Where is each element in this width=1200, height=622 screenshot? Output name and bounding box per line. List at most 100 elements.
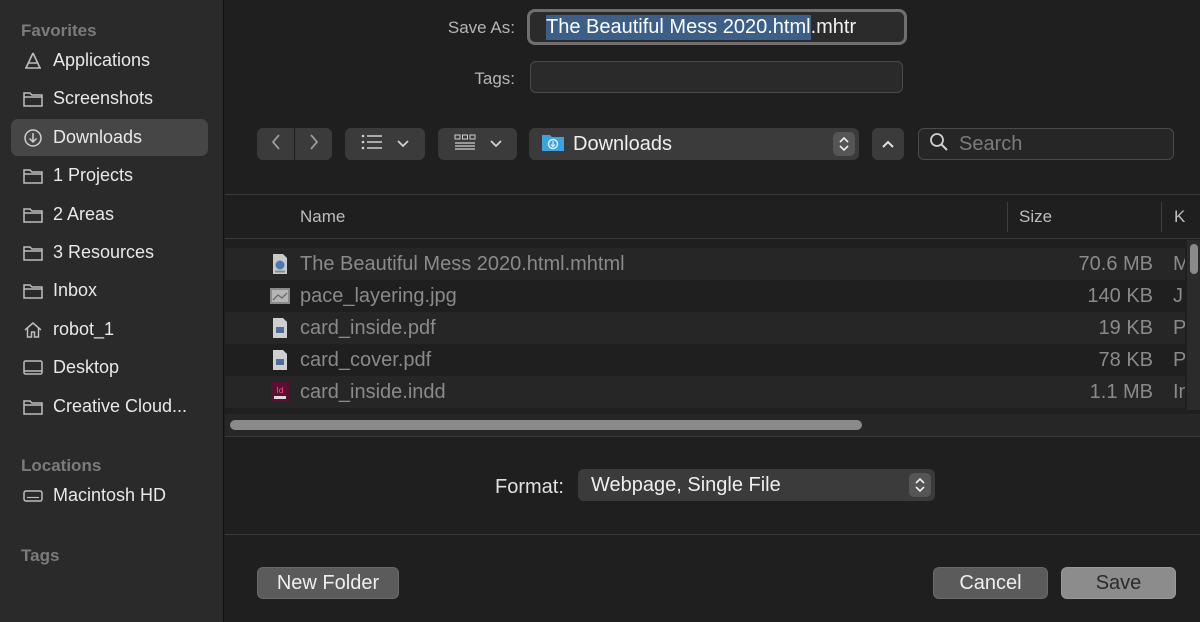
save-button[interactable]: Save [1061,567,1176,599]
sidebar-item-creative-cloud[interactable]: Creative Cloud... [11,388,208,425]
search-field[interactable]: Search [918,128,1174,160]
format-label: Format: [495,476,564,498]
file-kind: M [1173,252,1185,275]
search-placeholder: Search [959,132,1023,155]
file-size: 78 KB [1098,348,1153,371]
sidebar-item-label: 2 Areas [53,204,115,224]
chevron-down-icon [397,135,409,153]
sidebar-item-desktop[interactable]: Desktop [11,349,208,386]
sidebar-item-label: Desktop [53,357,120,377]
chevron-up-icon [882,135,894,153]
sidebar-item-label: 3 Resources [53,242,155,262]
sidebar-item-label: robot_1 [53,319,115,339]
indesign-icon: Id [269,381,291,403]
desktop-icon [23,358,43,378]
vertical-scrollbar[interactable] [1187,240,1200,410]
file-kind: P [1173,316,1185,339]
save-as-label: Save As: [447,18,515,37]
group-view-button[interactable] [438,128,517,160]
sidebar-item-label: Macintosh HD [53,485,167,505]
sidebar-item-2-areas[interactable]: 2 Areas [11,196,208,233]
chevron-left-icon [270,133,282,156]
expand-collapse-button[interactable] [872,128,904,160]
horizontal-scrollbar[interactable] [225,414,1200,436]
file-name: card_inside.pdf [300,316,436,339]
location-popup[interactable]: Downloads [529,128,859,160]
column-header-name[interactable]: Name [300,207,345,227]
new-folder-button[interactable]: New Folder [257,567,399,599]
sidebar-item-macintosh-hd[interactable]: Macintosh HD [11,477,208,514]
sidebar-item-label: Downloads [53,127,143,147]
format-popup[interactable]: Webpage, Single File [578,469,935,501]
sidebar-item-1-projects[interactable]: 1 Projects [11,157,208,194]
file-row[interactable]: The Beautiful Mess 2020.html.mhtml 70.6 … [225,248,1185,280]
file-size: 70.6 MB [1078,252,1153,275]
svg-text:Id: Id [276,386,283,395]
vertical-scroll-thumb[interactable] [1190,244,1198,274]
sidebar-item-applications[interactable]: Applications [11,42,208,79]
sidebar-item-downloads[interactable]: Downloads [11,119,208,156]
list-view-icon [361,134,383,155]
file-kind: In [1173,380,1185,403]
locations-section-title: Locations [21,456,102,475]
sidebar-item-label: Applications [53,50,151,70]
column-separator [1161,202,1162,232]
tags-label: Tags: [474,69,515,88]
file-kind: J [1173,284,1183,307]
sidebar-item-inbox[interactable]: Inbox [11,272,208,309]
webarchive-icon [269,253,291,275]
column-separator [1007,202,1008,232]
filename-selected-text: The Beautiful Mess 2020.html [546,14,811,40]
list-view-button[interactable] [345,128,425,160]
pdf-icon [269,349,291,371]
sidebar-item-robot-1[interactable]: robot_1 [11,311,208,348]
file-size: 140 KB [1087,284,1153,307]
sidebar-item-screenshots[interactable]: Screenshots [11,80,208,117]
column-header-size[interactable]: Size [1019,207,1052,227]
save-as-input[interactable]: The Beautiful Mess 2020.html .mhtr [527,9,907,45]
sidebar-item-label: 1 Projects [53,165,134,185]
folder-icon [23,89,43,109]
tags-section-title: Tags [21,546,60,565]
pdf-icon [269,317,291,339]
sidebar-item-label: Inbox [53,280,98,300]
column-header-kind[interactable]: K [1174,207,1185,227]
sidebar-item-label: Creative Cloud... [53,396,188,416]
file-size: 1.1 MB [1089,380,1153,403]
file-kind: P [1173,348,1185,371]
sidebar: Favorites Applications Screenshots Downl… [0,0,224,622]
cancel-button[interactable]: Cancel [933,567,1048,599]
header-divider [225,238,1200,239]
file-row[interactable]: pace_layering.jpg 140 KB J [225,280,1185,312]
file-row[interactable]: card_cover.pdf 78 KB P [225,344,1185,376]
grid-view-icon [454,134,476,155]
folder-icon [23,397,43,417]
file-row[interactable]: Id card_inside.indd 1.1 MB In [225,376,1185,408]
horizontal-scroll-thumb[interactable] [230,420,862,430]
favorites-section-title: Favorites [21,21,97,40]
toolbar-divider [225,194,1200,195]
folder-icon [23,243,43,263]
format-value: Webpage, Single File [591,473,781,496]
filename-extension-text: .mhtr [810,15,857,38]
back-button[interactable] [257,128,294,160]
file-size: 19 KB [1098,316,1153,339]
file-name: card_cover.pdf [300,348,432,371]
save-dialog-main: Save As: The Beautiful Mess 2020.html .mh… [225,0,1200,622]
folder-icon [23,166,43,186]
downloads-icon [23,128,43,148]
chevron-down-icon [489,135,502,153]
downloads-folder-icon [541,132,565,157]
forward-button[interactable] [295,128,332,160]
file-row[interactable]: card_inside.pdf 19 KB P [225,312,1185,344]
popup-stepper-icon [909,473,931,497]
list-bottom-divider [225,436,1200,437]
file-name: pace_layering.jpg [300,284,457,307]
tags-input[interactable] [530,61,903,93]
sidebar-item-3-resources[interactable]: 3 Resources [11,234,208,271]
folder-icon [23,281,43,301]
file-name: The Beautiful Mess 2020.html.mhtml [300,252,625,275]
home-icon [23,320,43,340]
folder-icon [23,205,43,225]
disk-icon [23,486,43,506]
